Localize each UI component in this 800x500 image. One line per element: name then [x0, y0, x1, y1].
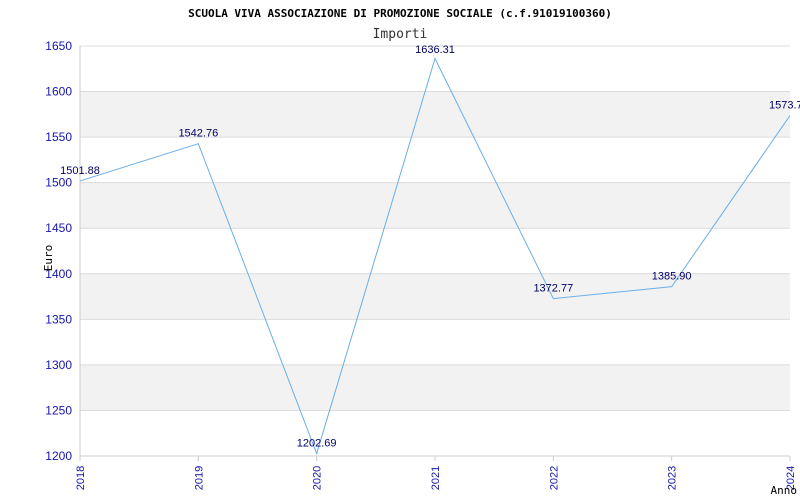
y-tick-label: 1550 [45, 130, 72, 144]
data-label: 1636.31 [415, 44, 455, 56]
data-label: 1385.90 [652, 271, 692, 283]
grid-band [80, 364, 790, 411]
x-axis-label: Anno [771, 484, 798, 497]
y-tick-label: 1650 [45, 39, 72, 53]
x-tick-label: 2020 [312, 466, 324, 490]
chart-title: SCUOLA VIVA ASSOCIAZIONE DI PROMOZIONE S… [188, 7, 612, 20]
x-tick-label: 2019 [193, 466, 205, 490]
data-label: 1202.69 [297, 438, 337, 450]
grid-band [80, 182, 790, 229]
y-tick-label: 1250 [45, 403, 72, 417]
x-tick-label: 2018 [75, 466, 87, 490]
data-label: 1372.77 [533, 283, 573, 295]
data-label: 1573.7 [769, 100, 800, 112]
y-tick-label: 1200 [45, 449, 72, 463]
y-tick-label: 1600 [45, 85, 72, 99]
y-tick-label: 1500 [45, 176, 72, 190]
data-label: 1542.76 [178, 128, 218, 140]
data-label: 1501.88 [60, 165, 100, 177]
x-tick-label: 2022 [548, 466, 560, 490]
x-axis-ticks: 2018 2019 2020 2021 2022 2023 2024 [75, 456, 797, 490]
y-tick-label: 1300 [45, 358, 72, 372]
y-tick-label: 1350 [45, 312, 72, 326]
chart-subtitle: Importi [373, 27, 428, 42]
x-tick-label: 2021 [430, 466, 442, 490]
x-tick-label: 2023 [667, 466, 679, 490]
y-tick-label: 1450 [45, 221, 72, 235]
line-chart: 1200125013001350140014501500155016001650… [42, 7, 800, 497]
y-axis-label: Euro [42, 245, 55, 272]
